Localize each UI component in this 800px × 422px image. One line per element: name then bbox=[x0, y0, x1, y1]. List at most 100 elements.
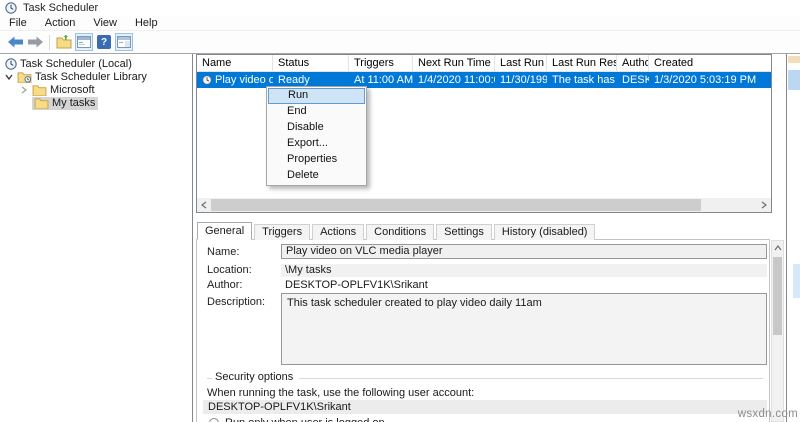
horizontal-scrollbar[interactable] bbox=[197, 198, 771, 212]
preview-vertical-scrollbar[interactable] bbox=[771, 240, 784, 422]
column-header-author[interactable]: Author bbox=[617, 55, 649, 72]
actions-pane-fragment bbox=[793, 264, 800, 298]
groupbox-line bbox=[207, 378, 212, 379]
task-name-text: Play video o... bbox=[215, 72, 273, 88]
name-field[interactable]: Play video on VLC media player bbox=[281, 244, 767, 259]
sidebar-item-my-tasks[interactable]: My tasks bbox=[32, 96, 98, 110]
task-clock-icon bbox=[202, 75, 212, 85]
tree-item-label: My tasks bbox=[49, 97, 98, 110]
console-tree-pane: Task Scheduler (Local) Task Scheduler Li… bbox=[0, 54, 193, 422]
location-value: \My tasks bbox=[281, 264, 767, 277]
scrollbar-thumb[interactable] bbox=[773, 257, 782, 335]
actions-pane-selected-fragment bbox=[788, 70, 800, 90]
tab-settings[interactable]: Settings bbox=[436, 224, 492, 240]
folder-clock-icon bbox=[17, 71, 32, 83]
menu-file[interactable]: File bbox=[0, 16, 36, 31]
context-menu-item-run[interactable]: Run bbox=[268, 88, 365, 104]
tree-item-label: Microsoft bbox=[47, 84, 98, 97]
tab-actions[interactable]: Actions bbox=[312, 224, 364, 240]
actions-pane-cutoff bbox=[786, 54, 800, 422]
chevron-right-icon[interactable] bbox=[19, 85, 29, 95]
author-label: Author: bbox=[207, 279, 242, 291]
context-menu: Run End Disable Export... Properties Del… bbox=[266, 86, 367, 186]
general-tab-panel: Name: Play video on VLC media player Loc… bbox=[196, 239, 770, 422]
toolbar-separator bbox=[49, 35, 50, 50]
preview-tab-strip: General Triggers Actions Conditions Sett… bbox=[197, 222, 597, 240]
description-label: Description: bbox=[207, 296, 265, 308]
column-header-status[interactable]: Status bbox=[273, 55, 349, 72]
security-caption: When running the task, use the following… bbox=[207, 387, 474, 399]
tree-item-label: Task Scheduler (Local) bbox=[17, 58, 135, 71]
task-created-cell: 1/3/2020 5:03:19 PM bbox=[649, 72, 767, 88]
window-title: Task Scheduler bbox=[23, 2, 98, 14]
location-label: Location: bbox=[207, 264, 252, 276]
task-scheduler-window: Task Scheduler File Action View Help ? bbox=[0, 0, 800, 422]
menu-action[interactable]: Action bbox=[36, 16, 85, 31]
name-label: Name: bbox=[207, 246, 239, 258]
import-task-folder-icon[interactable] bbox=[55, 33, 73, 51]
title-bar: Task Scheduler bbox=[0, 0, 800, 16]
security-account-value: DESKTOP-OPLFV1K\Srikant bbox=[203, 400, 767, 414]
tab-general[interactable]: General bbox=[197, 222, 252, 240]
sidebar-item-task-scheduler-local[interactable]: Task Scheduler (Local) bbox=[5, 57, 135, 71]
scroll-up-icon[interactable] bbox=[772, 242, 783, 254]
menu-item-label: Export... bbox=[287, 137, 328, 149]
help-icon[interactable]: ? bbox=[95, 33, 113, 51]
menu-item-label: Properties bbox=[287, 153, 337, 165]
description-field[interactable]: This task scheduler created to play vide… bbox=[281, 293, 767, 365]
menu-help[interactable]: Help bbox=[126, 16, 167, 31]
show-action-pane-icon[interactable] bbox=[115, 33, 133, 51]
folder-icon bbox=[34, 97, 49, 109]
sidebar-item-microsoft[interactable]: Microsoft bbox=[19, 83, 98, 97]
context-menu-item-disable[interactable]: Disable bbox=[268, 120, 365, 136]
column-header-name[interactable]: Name bbox=[197, 55, 273, 72]
folder-icon bbox=[32, 84, 47, 96]
context-menu-item-end[interactable]: End bbox=[268, 104, 365, 120]
actions-pane-header-fragment bbox=[788, 56, 800, 63]
tab-conditions[interactable]: Conditions bbox=[366, 224, 434, 240]
run-when-logged-on-option[interactable]: Run only when user is logged on bbox=[209, 417, 385, 422]
context-menu-item-properties[interactable]: Properties bbox=[268, 152, 365, 168]
menu-item-label: Run bbox=[288, 89, 308, 101]
scroll-right-icon[interactable] bbox=[757, 198, 771, 212]
radio-button-icon[interactable] bbox=[209, 418, 219, 422]
task-last-run-cell: 11/30/1999 ... bbox=[495, 72, 547, 88]
clock-icon bbox=[5, 58, 17, 70]
scrollbar-thumb[interactable] bbox=[211, 199, 701, 211]
column-header-created[interactable]: Created bbox=[649, 55, 767, 72]
column-header-last-run-result[interactable]: Last Run Result bbox=[547, 55, 617, 72]
task-author-cell: DESK... bbox=[617, 72, 649, 88]
menu-bar: File Action View Help bbox=[0, 16, 800, 31]
menu-item-label: End bbox=[287, 105, 307, 117]
column-header-next-run-time[interactable]: Next Run Time bbox=[413, 55, 495, 72]
groupbox-line bbox=[299, 378, 763, 379]
menu-item-label: Disable bbox=[287, 121, 324, 133]
task-next-run-cell: 1/4/2020 11:00:0... bbox=[413, 72, 495, 88]
tab-history[interactable]: History (disabled) bbox=[494, 224, 596, 240]
author-value: DESKTOP-OPLFV1K\Srikant bbox=[285, 279, 428, 292]
menu-item-label: Delete bbox=[287, 169, 319, 181]
task-list-header: Name Status Triggers Next Run Time Last … bbox=[197, 55, 771, 72]
app-clock-icon bbox=[5, 2, 17, 14]
forward-arrow-icon[interactable] bbox=[26, 33, 44, 51]
task-name-cell: Play video o... bbox=[197, 72, 273, 88]
task-last-result-cell: The task has ... bbox=[547, 72, 617, 88]
context-menu-item-delete[interactable]: Delete bbox=[268, 168, 365, 184]
security-options-group: Security options bbox=[207, 371, 763, 383]
tab-triggers[interactable]: Triggers bbox=[254, 224, 310, 240]
watermark: wsxdn.com bbox=[738, 408, 798, 420]
chevron-down-icon[interactable] bbox=[4, 72, 14, 82]
help-glyph: ? bbox=[97, 35, 111, 49]
radio-label: Run only when user is logged on bbox=[225, 417, 385, 422]
back-arrow-icon[interactable] bbox=[6, 33, 24, 51]
sidebar-item-task-scheduler-library[interactable]: Task Scheduler Library bbox=[4, 70, 150, 84]
show-console-tree-icon[interactable] bbox=[75, 33, 93, 51]
tree-item-label: Task Scheduler Library bbox=[32, 71, 150, 84]
column-header-triggers[interactable]: Triggers bbox=[349, 55, 413, 72]
menu-view[interactable]: View bbox=[84, 16, 126, 31]
column-header-last-run-time[interactable]: Last Run Time bbox=[495, 55, 547, 72]
toolbar: ? bbox=[0, 31, 800, 53]
context-menu-item-export[interactable]: Export... bbox=[268, 136, 365, 152]
security-options-label: Security options bbox=[215, 371, 293, 383]
scroll-left-icon[interactable] bbox=[197, 198, 211, 212]
